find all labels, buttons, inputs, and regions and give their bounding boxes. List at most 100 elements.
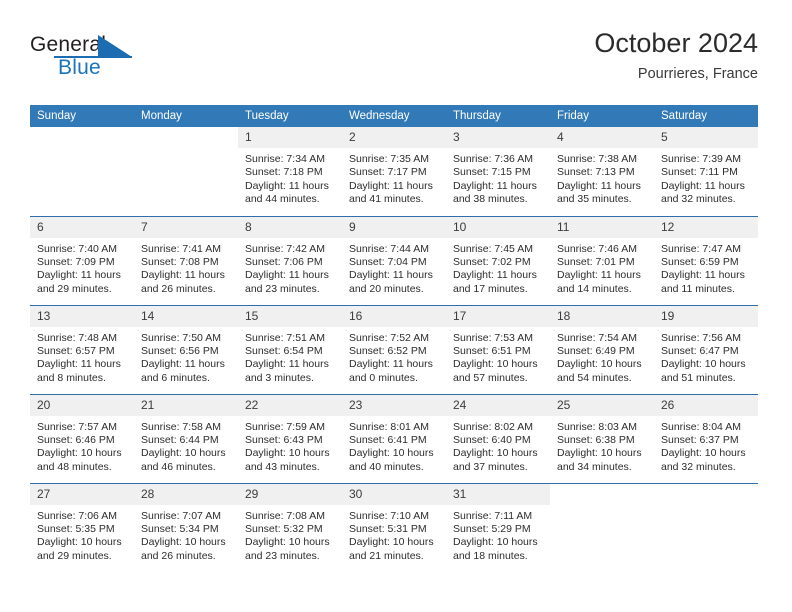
calendar-day-cell[interactable]: 13 Sunrise: 7:48 AM Sunset: 6:57 PM Dayligh…	[30, 304, 134, 394]
calendar-day-cell[interactable]: 8 Sunrise: 7:42 AM Sunset: 7:06 PM Daylight…	[238, 215, 342, 305]
calendar-day-cell[interactable]: 26 Sunrise: 8:04 AM Sunset: 6:37 PM Dayligh…	[654, 393, 758, 483]
daylight-text-line1: Daylight: 11 hours	[245, 269, 329, 282]
calendar-day-cell[interactable]: 4 Sunrise: 7:38 AM Sunset: 7:13 PM Daylight…	[550, 127, 654, 216]
calendar-page: General Blue October 2024 Pourrieres, Fr…	[0, 0, 792, 612]
daylight-text-line1: Daylight: 10 hours	[245, 536, 330, 549]
calendar-table: Sunday Monday Tuesday Wednesday Thursday…	[30, 105, 758, 572]
daylight-text-line1: Daylight: 11 hours	[141, 269, 225, 282]
calendar-day-cell[interactable]: 12 Sunrise: 7:47 AM Sunset: 6:59 PM Dayligh…	[654, 215, 758, 305]
calendar-day-cell[interactable]: 24 Sunrise: 8:02 AM Sunset: 6:40 PM Dayligh…	[446, 393, 550, 483]
day-number	[30, 127, 134, 148]
calendar-day-cell[interactable]: 9 Sunrise: 7:44 AM Sunset: 7:04 PM Daylight…	[342, 215, 446, 305]
weekday-header-sunday: Sunday	[30, 105, 134, 127]
calendar-day-cell[interactable]: 20 Sunrise: 7:57 AM Sunset: 6:46 PM Dayligh…	[30, 393, 134, 483]
weekday-header-monday: Monday	[134, 105, 238, 127]
calendar-day-cell[interactable]: 30 Sunrise: 7:10 AM Sunset: 5:31 PM Dayligh…	[342, 482, 446, 572]
day-number: 19	[654, 305, 758, 327]
sunrise-text: Sunrise: 7:41 AM	[141, 242, 221, 255]
page-subtitle: Pourrieres, France	[637, 66, 758, 83]
sunset-text: Sunset: 5:32 PM	[245, 522, 323, 535]
sun-info: Sunrise: 7:35 AM Sunset: 7:17 PM Daylight:…	[342, 148, 446, 207]
daylight-text-line1: Daylight: 10 hours	[141, 447, 226, 460]
day-number: 8	[238, 216, 342, 238]
sunset-text: Sunset: 6:56 PM	[141, 344, 219, 357]
calendar-day-cell[interactable]: 14 Sunrise: 7:50 AM Sunset: 6:56 PM Dayligh…	[134, 304, 238, 394]
day-number: 29	[238, 483, 342, 505]
sunset-text: Sunset: 7:13 PM	[557, 166, 635, 179]
calendar-day-cell[interactable]: 6 Sunrise: 7:40 AM Sunset: 7:09 PM Daylight…	[30, 215, 134, 305]
calendar-day-cell[interactable]: 29 Sunrise: 7:08 AM Sunset: 5:32 PM Dayligh…	[238, 482, 342, 572]
sunset-text: Sunset: 6:47 PM	[661, 344, 739, 357]
day-number: 27	[30, 483, 134, 505]
calendar-day-cell[interactable]: 25 Sunrise: 8:03 AM Sunset: 6:38 PM Dayligh…	[550, 393, 654, 483]
calendar-day-cell[interactable]: 18 Sunrise: 7:54 AM Sunset: 6:49 PM Dayligh…	[550, 304, 654, 394]
day-number: 31	[446, 483, 550, 505]
calendar-day-cell[interactable]: 10 Sunrise: 7:45 AM Sunset: 7:02 PM Dayligh…	[446, 215, 550, 305]
daylight-text-line2: and 8 minutes.	[37, 371, 106, 384]
day-number	[654, 484, 758, 505]
sunset-text: Sunset: 5:29 PM	[453, 522, 531, 535]
sunset-text: Sunset: 6:49 PM	[557, 344, 635, 357]
daylight-text-line2: and 32 minutes.	[661, 460, 736, 473]
day-number: 18	[550, 305, 654, 327]
sunrise-text: Sunrise: 7:10 AM	[349, 509, 429, 522]
calendar-day-cell[interactable]: 22 Sunrise: 7:59 AM Sunset: 6:43 PM Dayligh…	[238, 393, 342, 483]
sun-info: Sunrise: 7:53 AM Sunset: 6:51 PM Daylight:…	[446, 327, 550, 386]
daylight-text-line2: and 26 minutes.	[141, 549, 216, 562]
calendar-week-row: 13 Sunrise: 7:48 AM Sunset: 6:57 PM Dayligh…	[30, 304, 758, 394]
calendar-day-cell[interactable]: 2 Sunrise: 7:35 AM Sunset: 7:17 PM Daylight…	[342, 127, 446, 216]
calendar-day-cell[interactable]: 19 Sunrise: 7:56 AM Sunset: 6:47 PM Dayligh…	[654, 304, 758, 394]
sunset-text: Sunset: 7:17 PM	[349, 166, 427, 179]
calendar-day-cell[interactable]: 23 Sunrise: 8:01 AM Sunset: 6:41 PM Dayligh…	[342, 393, 446, 483]
calendar-day-cell[interactable]: 21 Sunrise: 7:58 AM Sunset: 6:44 PM Dayligh…	[134, 393, 238, 483]
sunrise-text: Sunrise: 7:46 AM	[557, 242, 637, 255]
day-number: 1	[238, 127, 342, 148]
daylight-text-line2: and 35 minutes.	[557, 193, 632, 206]
calendar-day-cell[interactable]: 28 Sunrise: 7:07 AM Sunset: 5:34 PM Dayligh…	[134, 482, 238, 572]
page-title: October 2024	[594, 28, 758, 58]
day-number: 23	[342, 394, 446, 416]
sun-info: Sunrise: 7:58 AM Sunset: 6:44 PM Daylight:…	[134, 416, 238, 475]
sunrise-text: Sunrise: 8:04 AM	[661, 420, 741, 433]
daylight-text-line2: and 0 minutes.	[349, 371, 418, 384]
sunrise-text: Sunrise: 7:56 AM	[661, 331, 741, 344]
calendar-day-cell[interactable]: 5 Sunrise: 7:39 AM Sunset: 7:11 PM Daylight…	[654, 127, 758, 216]
sunset-text: Sunset: 7:09 PM	[37, 255, 115, 268]
sunset-text: Sunset: 6:40 PM	[453, 433, 531, 446]
calendar-week-row: 6 Sunrise: 7:40 AM Sunset: 7:09 PM Daylight…	[30, 215, 758, 305]
weekday-header-saturday: Saturday	[654, 105, 758, 127]
title-block: October 2024 Pourrieres, France	[594, 28, 758, 83]
daylight-text-line2: and 23 minutes.	[245, 282, 320, 295]
day-number: 17	[446, 305, 550, 327]
sunset-text: Sunset: 6:57 PM	[37, 344, 115, 357]
calendar-day-cell[interactable]: 1 Sunrise: 7:34 AM Sunset: 7:18 PM Daylight…	[238, 127, 342, 216]
day-number: 30	[342, 483, 446, 505]
daylight-text-line2: and 38 minutes.	[453, 193, 528, 206]
day-number: 2	[342, 127, 446, 148]
calendar-day-cell[interactable]: 11 Sunrise: 7:46 AM Sunset: 7:01 PM Dayligh…	[550, 215, 654, 305]
daylight-text-line1: Daylight: 11 hours	[661, 179, 745, 192]
sunset-text: Sunset: 5:31 PM	[349, 522, 427, 535]
day-number: 7	[134, 216, 238, 238]
daylight-text-line2: and 6 minutes.	[141, 371, 210, 384]
sun-info: Sunrise: 7:44 AM Sunset: 7:04 PM Daylight:…	[342, 238, 446, 297]
calendar-day-cell[interactable]: 31 Sunrise: 7:11 AM Sunset: 5:29 PM Dayligh…	[446, 482, 550, 572]
calendar-day-cell[interactable]: 27 Sunrise: 7:06 AM Sunset: 5:35 PM Dayligh…	[30, 482, 134, 572]
daylight-text-line1: Daylight: 10 hours	[557, 447, 642, 460]
daylight-text-line1: Daylight: 10 hours	[37, 447, 122, 460]
daylight-text-line2: and 51 minutes.	[661, 371, 736, 384]
sunrise-text: Sunrise: 7:35 AM	[349, 153, 429, 165]
daylight-text-line1: Daylight: 11 hours	[349, 269, 433, 282]
sunset-text: Sunset: 6:46 PM	[37, 433, 115, 446]
calendar-day-cell[interactable]: 15 Sunrise: 7:51 AM Sunset: 6:54 PM Dayligh…	[238, 304, 342, 394]
calendar-day-cell[interactable]: 16 Sunrise: 7:52 AM Sunset: 6:52 PM Dayligh…	[342, 304, 446, 394]
sunset-text: Sunset: 6:52 PM	[349, 344, 427, 357]
sunrise-text: Sunrise: 8:01 AM	[349, 420, 429, 433]
daylight-text-line2: and 14 minutes.	[557, 282, 632, 295]
day-number	[134, 127, 238, 148]
calendar-day-cell[interactable]: 17 Sunrise: 7:53 AM Sunset: 6:51 PM Dayligh…	[446, 304, 550, 394]
calendar-day-cell[interactable]: 7 Sunrise: 7:41 AM Sunset: 7:08 PM Daylight…	[134, 215, 238, 305]
calendar-day-cell[interactable]: 3 Sunrise: 7:36 AM Sunset: 7:15 PM Daylight…	[446, 127, 550, 216]
sunset-text: Sunset: 7:06 PM	[245, 255, 323, 268]
sun-info: Sunrise: 7:45 AM Sunset: 7:02 PM Daylight:…	[446, 238, 550, 297]
